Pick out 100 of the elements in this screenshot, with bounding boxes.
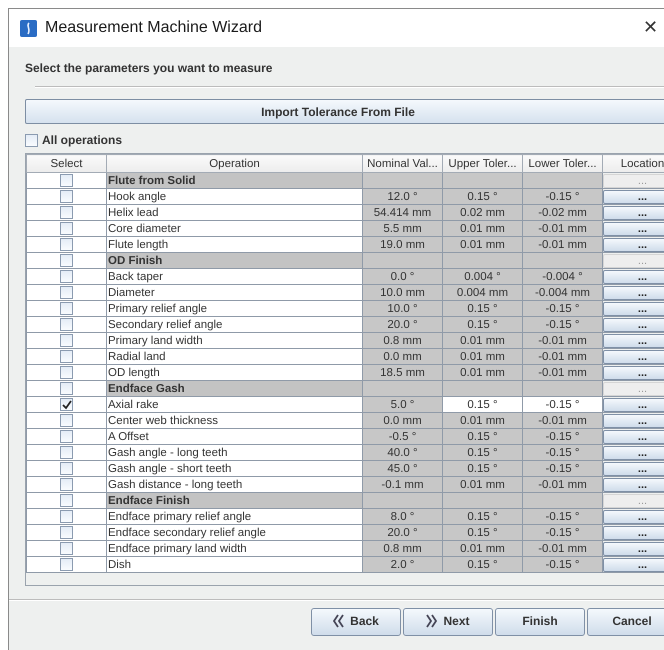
location-button[interactable]: ... [603,222,664,236]
table-cell: A Offset [106,428,362,444]
table-cell: -0.15 ° [522,556,602,572]
checkbox[interactable] [60,174,73,187]
column-header[interactable]: Select [26,154,106,172]
table-cell: 5.0 ° [362,396,442,412]
location-button[interactable]: ... [603,526,664,540]
location-button[interactable]: ... [603,478,664,492]
checkbox[interactable] [60,542,73,555]
location-button[interactable]: ... [603,270,664,284]
table-cell: -0.15 ° [522,188,602,204]
checkbox[interactable] [60,350,73,363]
checkbox[interactable] [60,398,73,411]
checkbox[interactable] [60,318,73,331]
location-button[interactable]: ... [603,462,664,476]
table-cell: -0.02 mm [522,204,602,220]
checkbox[interactable] [60,190,73,203]
table-cell: 20.0 ° [362,524,442,540]
location-button[interactable]: ... [603,238,664,252]
table-cell: Back taper [106,268,362,284]
checkbox[interactable] [60,270,73,283]
checkbox[interactable] [60,366,73,379]
table-cell: 0.15 ° [442,460,522,476]
checkbox[interactable] [60,254,73,267]
location-button[interactable]: ... [603,558,664,572]
location-button[interactable]: ... [603,350,664,364]
table-cell: 0.15 ° [442,508,522,524]
table-cell: -0.01 mm [522,476,602,492]
column-header[interactable]: Lower Toler... [522,154,602,172]
checkbox[interactable] [60,206,73,219]
checkbox[interactable] [60,414,73,427]
table-cell: -0.1 mm [362,476,442,492]
close-button[interactable]: ✕ [639,17,662,38]
location-button[interactable]: ... [603,398,664,412]
table-cell: 0.8 mm [362,540,442,556]
table-cell: 18.5 mm [362,364,442,380]
location-button[interactable]: ... [603,366,664,380]
table-cell: Helix lead [106,204,362,220]
checkbox[interactable] [60,238,73,251]
checkbox[interactable] [60,286,73,299]
table-cell: Endface secondary relief angle [106,524,362,540]
location-button[interactable]: ... [603,446,664,460]
location-button[interactable]: ... [603,430,664,444]
table-cell: Radial land [106,348,362,364]
location-button[interactable]: ... [603,414,664,428]
checkbox[interactable] [60,478,73,491]
table-cell: 0.01 mm [442,236,522,252]
column-header[interactable]: Nominal Val... [362,154,442,172]
table-cell: 2.0 ° [362,556,442,572]
column-header[interactable]: Location [602,154,664,172]
table-cell: 0.01 mm [442,348,522,364]
table-cell: Endface primary relief angle [106,508,362,524]
location-button[interactable]: ... [603,190,664,204]
checkbox[interactable] [60,334,73,347]
table-cell: -0.01 mm [522,220,602,236]
table-cell: -0.15 ° [522,300,602,316]
wizard-button[interactable]: Next [403,608,493,636]
window-title: Measurement Machine Wizard [45,19,262,37]
table-cell: -0.01 mm [522,332,602,348]
location-button[interactable]: ... [603,318,664,332]
checkbox[interactable] [60,382,73,395]
table-cell: -0.01 mm [522,348,602,364]
checkbox[interactable] [60,526,73,539]
checkbox[interactable] [60,510,73,523]
table-cell: 0.01 mm [442,364,522,380]
wizard-button[interactable]: Cancel [587,608,664,636]
checkbox[interactable] [25,134,38,146]
column-header[interactable]: Operation [106,154,362,172]
location-button[interactable]: ... [603,286,664,300]
location-button[interactable]: ... [603,206,664,220]
checkbox[interactable] [60,494,73,507]
table-cell: 0.02 mm [442,204,522,220]
table-cell: 5.5 mm [362,220,442,236]
location-button[interactable]: ... [603,510,664,524]
table-cell: Center web thickness [106,412,362,428]
location-button[interactable]: ... [603,334,664,348]
checkbox[interactable] [60,558,73,571]
table-cell: Core diameter [106,220,362,236]
checkbox[interactable] [60,462,73,475]
table-cell: 8.0 ° [362,508,442,524]
table-cell: 0.15 ° [442,556,522,572]
next-chevron-icon [426,614,438,628]
table-cell: 10.0 ° [362,300,442,316]
wizard-button[interactable]: Back [311,608,401,636]
table-cell: -0.5 ° [362,428,442,444]
checkbox[interactable] [60,302,73,315]
table-cell: Gash angle - long teeth [106,444,362,460]
location-button[interactable]: ... [603,542,664,556]
column-header[interactable]: Upper Toler... [442,154,522,172]
table-cell: -0.004 ° [522,268,602,284]
wizard-button[interactable]: Finish [495,608,585,636]
checkbox[interactable] [60,446,73,459]
group-cell: Endface Gash [106,380,362,396]
import-button[interactable]: Import Tolerance From File [25,99,664,124]
location-button[interactable]: ... [603,302,664,316]
table-cell: 0.0 ° [362,268,442,284]
checkbox[interactable] [60,430,73,443]
table-cell: 54.414 mm [362,204,442,220]
table-cell: Primary land width [106,332,362,348]
checkbox[interactable] [60,222,73,235]
